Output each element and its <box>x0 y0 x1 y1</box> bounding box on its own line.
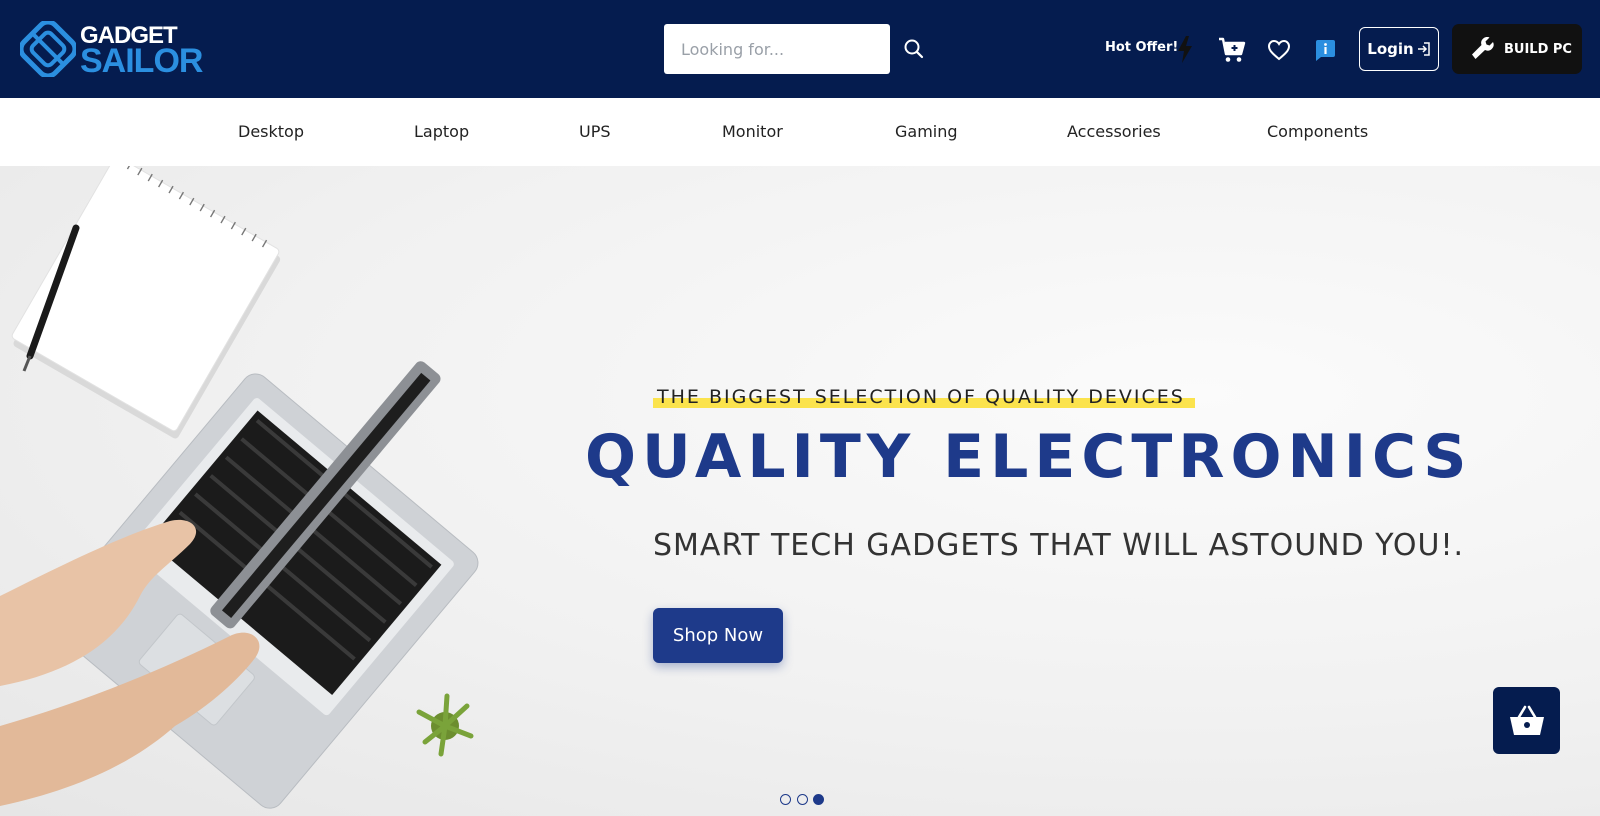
logo-mark-icon <box>20 21 76 77</box>
login-label: Login <box>1367 40 1414 58</box>
heart-icon[interactable] <box>1267 39 1291 61</box>
build-pc-button[interactable]: BUILD PC <box>1452 24 1582 74</box>
wrench-icon <box>1472 37 1494 59</box>
login-arrow-icon <box>1417 42 1430 56</box>
info-icon[interactable] <box>1314 39 1337 62</box>
nav-item-gaming[interactable]: Gaming <box>895 122 958 141</box>
hero-headline: QUALITY ELECTRONICS <box>585 422 1473 492</box>
build-pc-label: BUILD PC <box>1504 41 1572 57</box>
basket-icon <box>1509 705 1544 735</box>
tagline-text: THE BIGGEST SELECTION OF QUALITY DEVICES <box>657 386 1185 408</box>
carousel-dots <box>780 793 830 807</box>
nav-item-laptop[interactable]: Laptop <box>414 122 469 141</box>
carousel-dot-3[interactable] <box>813 794 824 805</box>
hero-subline: SMART TECH GADGETS THAT WILL ASTOUND YOU… <box>653 528 1465 563</box>
tagline: THE BIGGEST SELECTION OF QUALITY DEVICES <box>653 386 1195 412</box>
search-input[interactable] <box>664 24 890 74</box>
carousel-dot-2[interactable] <box>797 794 808 805</box>
nav-item-accessories[interactable]: Accessories <box>1067 122 1161 141</box>
brand-name-bottom: SAILOR <box>80 42 203 80</box>
laptop-hands-illustration <box>0 166 479 809</box>
nav-item-monitor[interactable]: Monitor <box>722 122 783 141</box>
carousel-dot-1[interactable] <box>780 794 791 805</box>
brand-logo[interactable]: GADGET SAILOR <box>20 20 203 78</box>
nav-item-ups[interactable]: UPS <box>579 122 611 141</box>
nav-item-desktop[interactable]: Desktop <box>238 122 304 141</box>
hot-offer-link[interactable]: Hot Offer! <box>1105 40 1178 60</box>
nav-item-components[interactable]: Components <box>1267 122 1368 141</box>
site-header: GADGET SAILOR Hot Offer! Login <box>0 0 1600 98</box>
cart-icon[interactable] <box>1218 37 1246 63</box>
search-icon[interactable] <box>903 38 925 60</box>
hero-banner: THE BIGGEST SELECTION OF QUALITY DEVICES… <box>0 166 1600 816</box>
shop-now-button[interactable]: Shop Now <box>653 608 783 663</box>
category-nav: Desktop Laptop UPS Monitor Gaming Access… <box>0 98 1600 166</box>
floating-basket-button[interactable] <box>1493 687 1560 754</box>
login-button[interactable]: Login <box>1359 27 1439 71</box>
bolt-icon <box>1178 36 1192 63</box>
